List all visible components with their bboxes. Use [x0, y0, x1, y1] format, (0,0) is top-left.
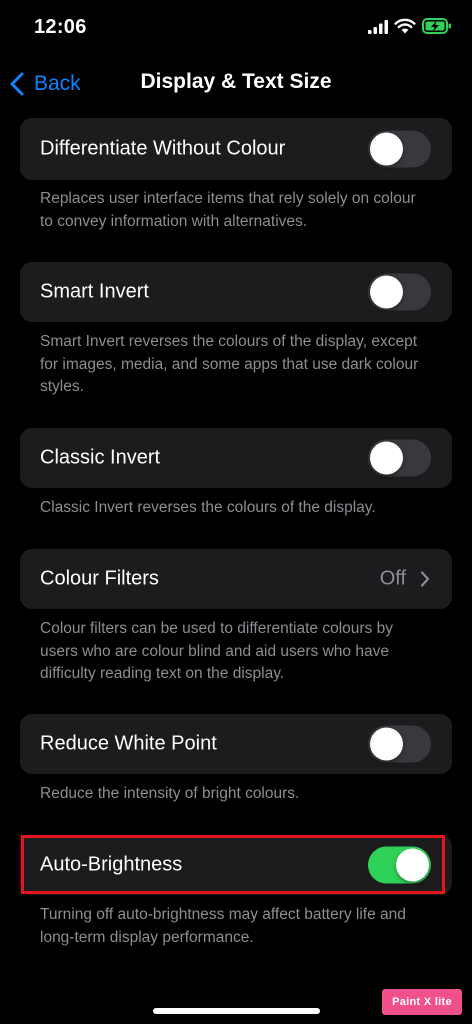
differentiate-without-colour-toggle[interactable] — [368, 130, 431, 168]
smart-invert-toggle[interactable] — [368, 273, 431, 311]
footer-colour-filters: Colour filters can be used to differenti… — [40, 620, 393, 682]
row-label: Colour Filters — [40, 567, 159, 590]
signal-icon — [368, 20, 388, 34]
toggle-knob — [370, 275, 403, 309]
status-time: 12:06 — [34, 16, 87, 38]
row-smart-invert: Smart Invert — [20, 262, 452, 322]
classic-invert-toggle[interactable] — [368, 439, 431, 477]
footer-classic-invert: Classic Invert reverses the colours of t… — [40, 499, 376, 516]
navigation-bar: Display & Text Size Back — [0, 56, 472, 112]
toggle-knob — [370, 727, 403, 761]
row-label: Reduce White Point — [40, 732, 217, 755]
back-button[interactable]: Back — [8, 68, 81, 100]
wifi-icon — [394, 18, 416, 34]
chevron-left-icon — [10, 72, 24, 96]
chevron-right-icon — [420, 571, 430, 587]
row-label: Classic Invert — [40, 446, 161, 469]
footer-reduce-white-point: Reduce the intensity of bright colours. — [40, 785, 300, 802]
highlight-box — [21, 835, 445, 894]
reduce-white-point-toggle[interactable] — [368, 725, 431, 763]
row-classic-invert: Classic Invert — [20, 428, 452, 488]
footer-smart-invert: Smart Invert reverses the colours of the… — [40, 333, 419, 395]
footer-auto-brightness: Turning off auto-brightness may affect b… — [40, 906, 406, 946]
watermark-logo: Paint X lite — [382, 989, 462, 1015]
row-differentiate-without-colour: Differentiate Without Colour — [20, 118, 452, 180]
footer-differentiate-without-colour: Replaces user interface items that rely … — [40, 190, 416, 230]
row-label: Smart Invert — [40, 280, 149, 303]
row-reduce-white-point: Reduce White Point — [20, 714, 452, 774]
home-indicator[interactable] — [153, 1008, 320, 1014]
colour-filters-value: Off — [379, 567, 406, 590]
toggle-knob — [370, 132, 403, 166]
status-bar: 12:06 — [0, 0, 472, 56]
row-colour-filters[interactable]: Colour Filters Off — [20, 549, 452, 609]
battery-charging-icon — [422, 18, 451, 34]
toggle-knob — [370, 441, 403, 475]
row-label: Differentiate Without Colour — [40, 137, 286, 160]
back-label: Back — [34, 72, 81, 95]
